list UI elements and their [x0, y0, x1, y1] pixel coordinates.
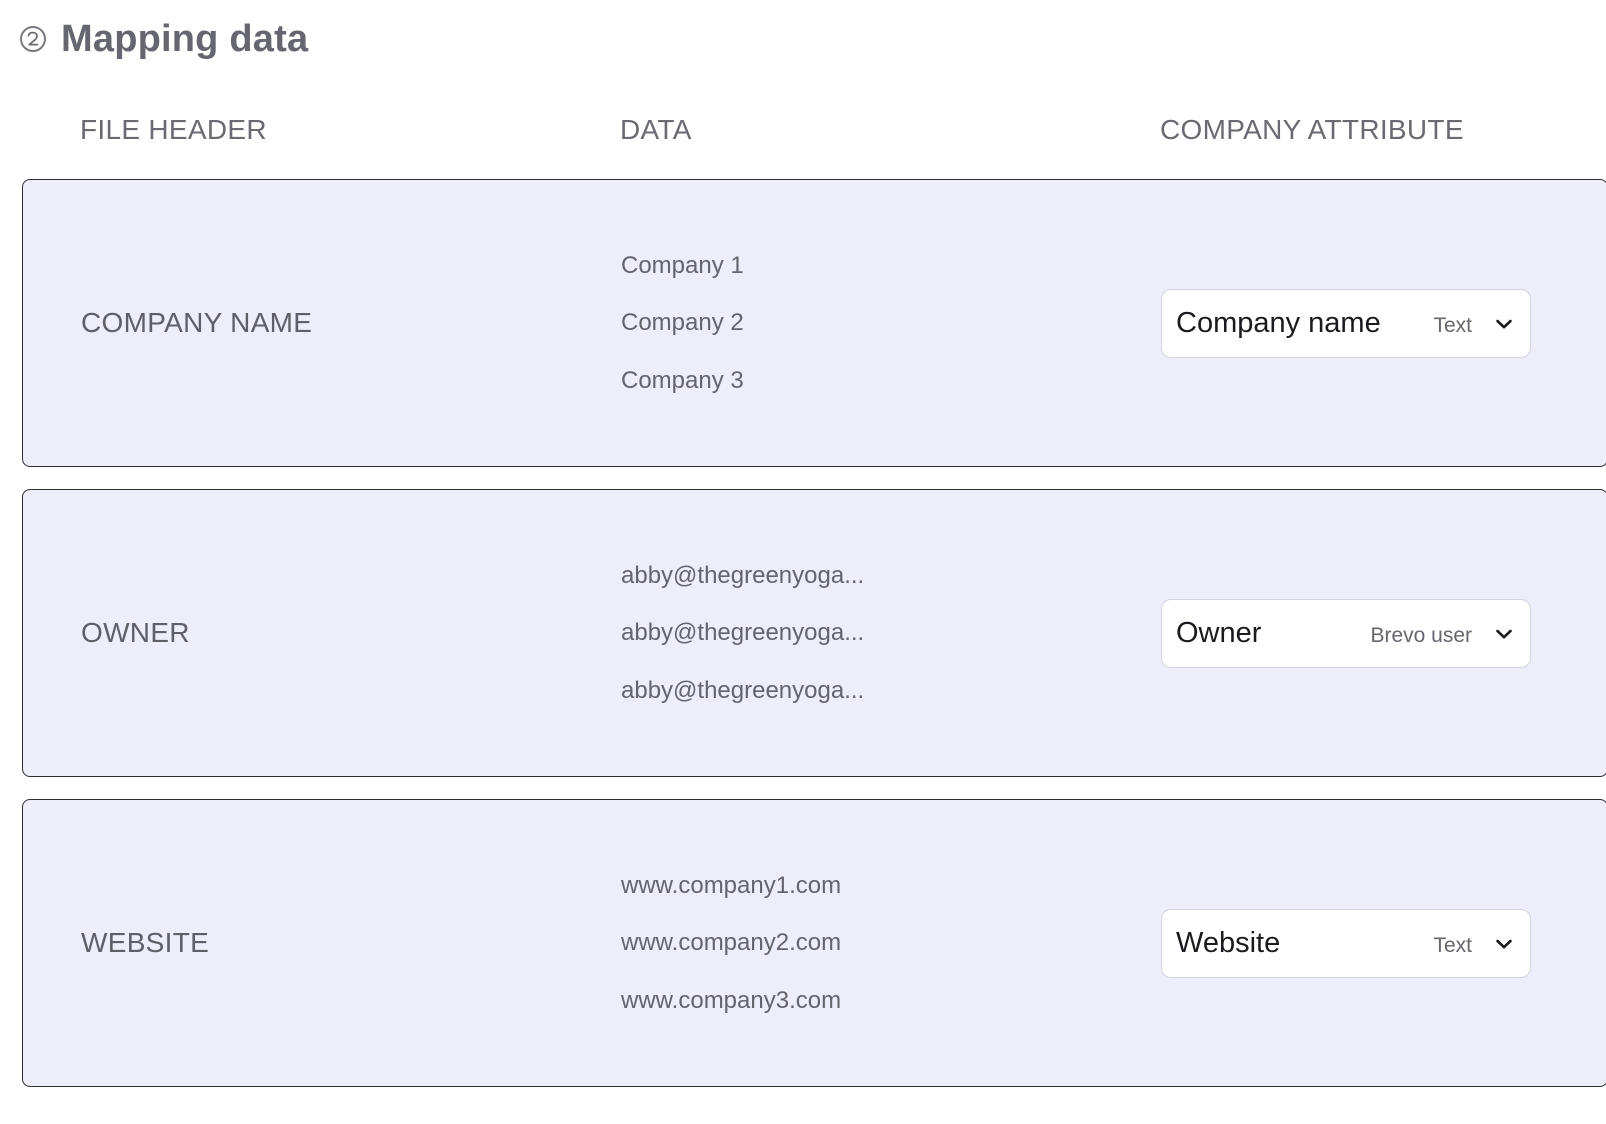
- sample-value: abby@thegreenyoga...: [621, 676, 865, 704]
- file-header-label: COMPANY NAME: [81, 307, 313, 338]
- attribute-type-label: Brevo user: [1370, 623, 1472, 647]
- sample-data-list: abby@thegreenyoga... abby@thegreenyoga..…: [621, 490, 864, 776]
- attribute-select-website[interactable]: Website Text: [1161, 909, 1531, 978]
- attribute-type-label: Text: [1433, 313, 1472, 337]
- sample-value: www.company2.com: [621, 929, 842, 957]
- sample-data-list: www.company1.com www.company2.com www.co…: [621, 800, 841, 1086]
- section-title-row: Mapping data: [20, 14, 308, 64]
- digit-two-glyph: [27, 31, 39, 46]
- column-header-file-header: FILE HEADER: [80, 114, 267, 145]
- file-header-label: WEBSITE: [81, 927, 210, 958]
- mapping-row-owner: OWNER abby@thegreenyoga... abby@thegreen…: [22, 489, 1606, 777]
- attribute-select-company-name[interactable]: Company name Text: [1161, 289, 1531, 358]
- column-header-data: DATA: [620, 114, 692, 145]
- chevron-down-icon[interactable]: [1494, 314, 1514, 334]
- sample-value: Company 3: [621, 366, 744, 394]
- attribute-select-owner[interactable]: Owner Brevo user: [1161, 599, 1531, 668]
- sample-value: www.company1.com: [621, 871, 842, 899]
- column-header-company-attribute: COMPANY ATTRIBUTE: [1160, 114, 1464, 145]
- step-number-icon: [20, 26, 46, 52]
- sample-value: Company 1: [621, 251, 744, 279]
- file-header-label: OWNER: [81, 617, 190, 648]
- sample-value: abby@thegreenyoga...: [621, 619, 865, 647]
- chevron-down-icon[interactable]: [1494, 624, 1514, 644]
- sample-data-list: Company 1 Company 2 Company 3: [621, 180, 744, 466]
- page-title: Mapping data: [61, 17, 309, 60]
- mapping-row-company-name: COMPANY NAME Company 1 Company 2 Company…: [22, 179, 1606, 467]
- attribute-type-label: Text: [1433, 933, 1472, 957]
- attribute-selected-value: Website: [1176, 927, 1281, 959]
- attribute-selected-value: Owner: [1176, 617, 1262, 649]
- chevron-down-icon[interactable]: [1494, 934, 1514, 954]
- mapping-row-website: WEBSITE www.company1.com www.company2.co…: [22, 799, 1606, 1087]
- sample-value: www.company3.com: [621, 986, 842, 1014]
- sample-value: Company 2: [621, 309, 744, 337]
- sample-value: abby@thegreenyoga...: [621, 561, 865, 589]
- attribute-selected-value: Company name: [1176, 307, 1381, 339]
